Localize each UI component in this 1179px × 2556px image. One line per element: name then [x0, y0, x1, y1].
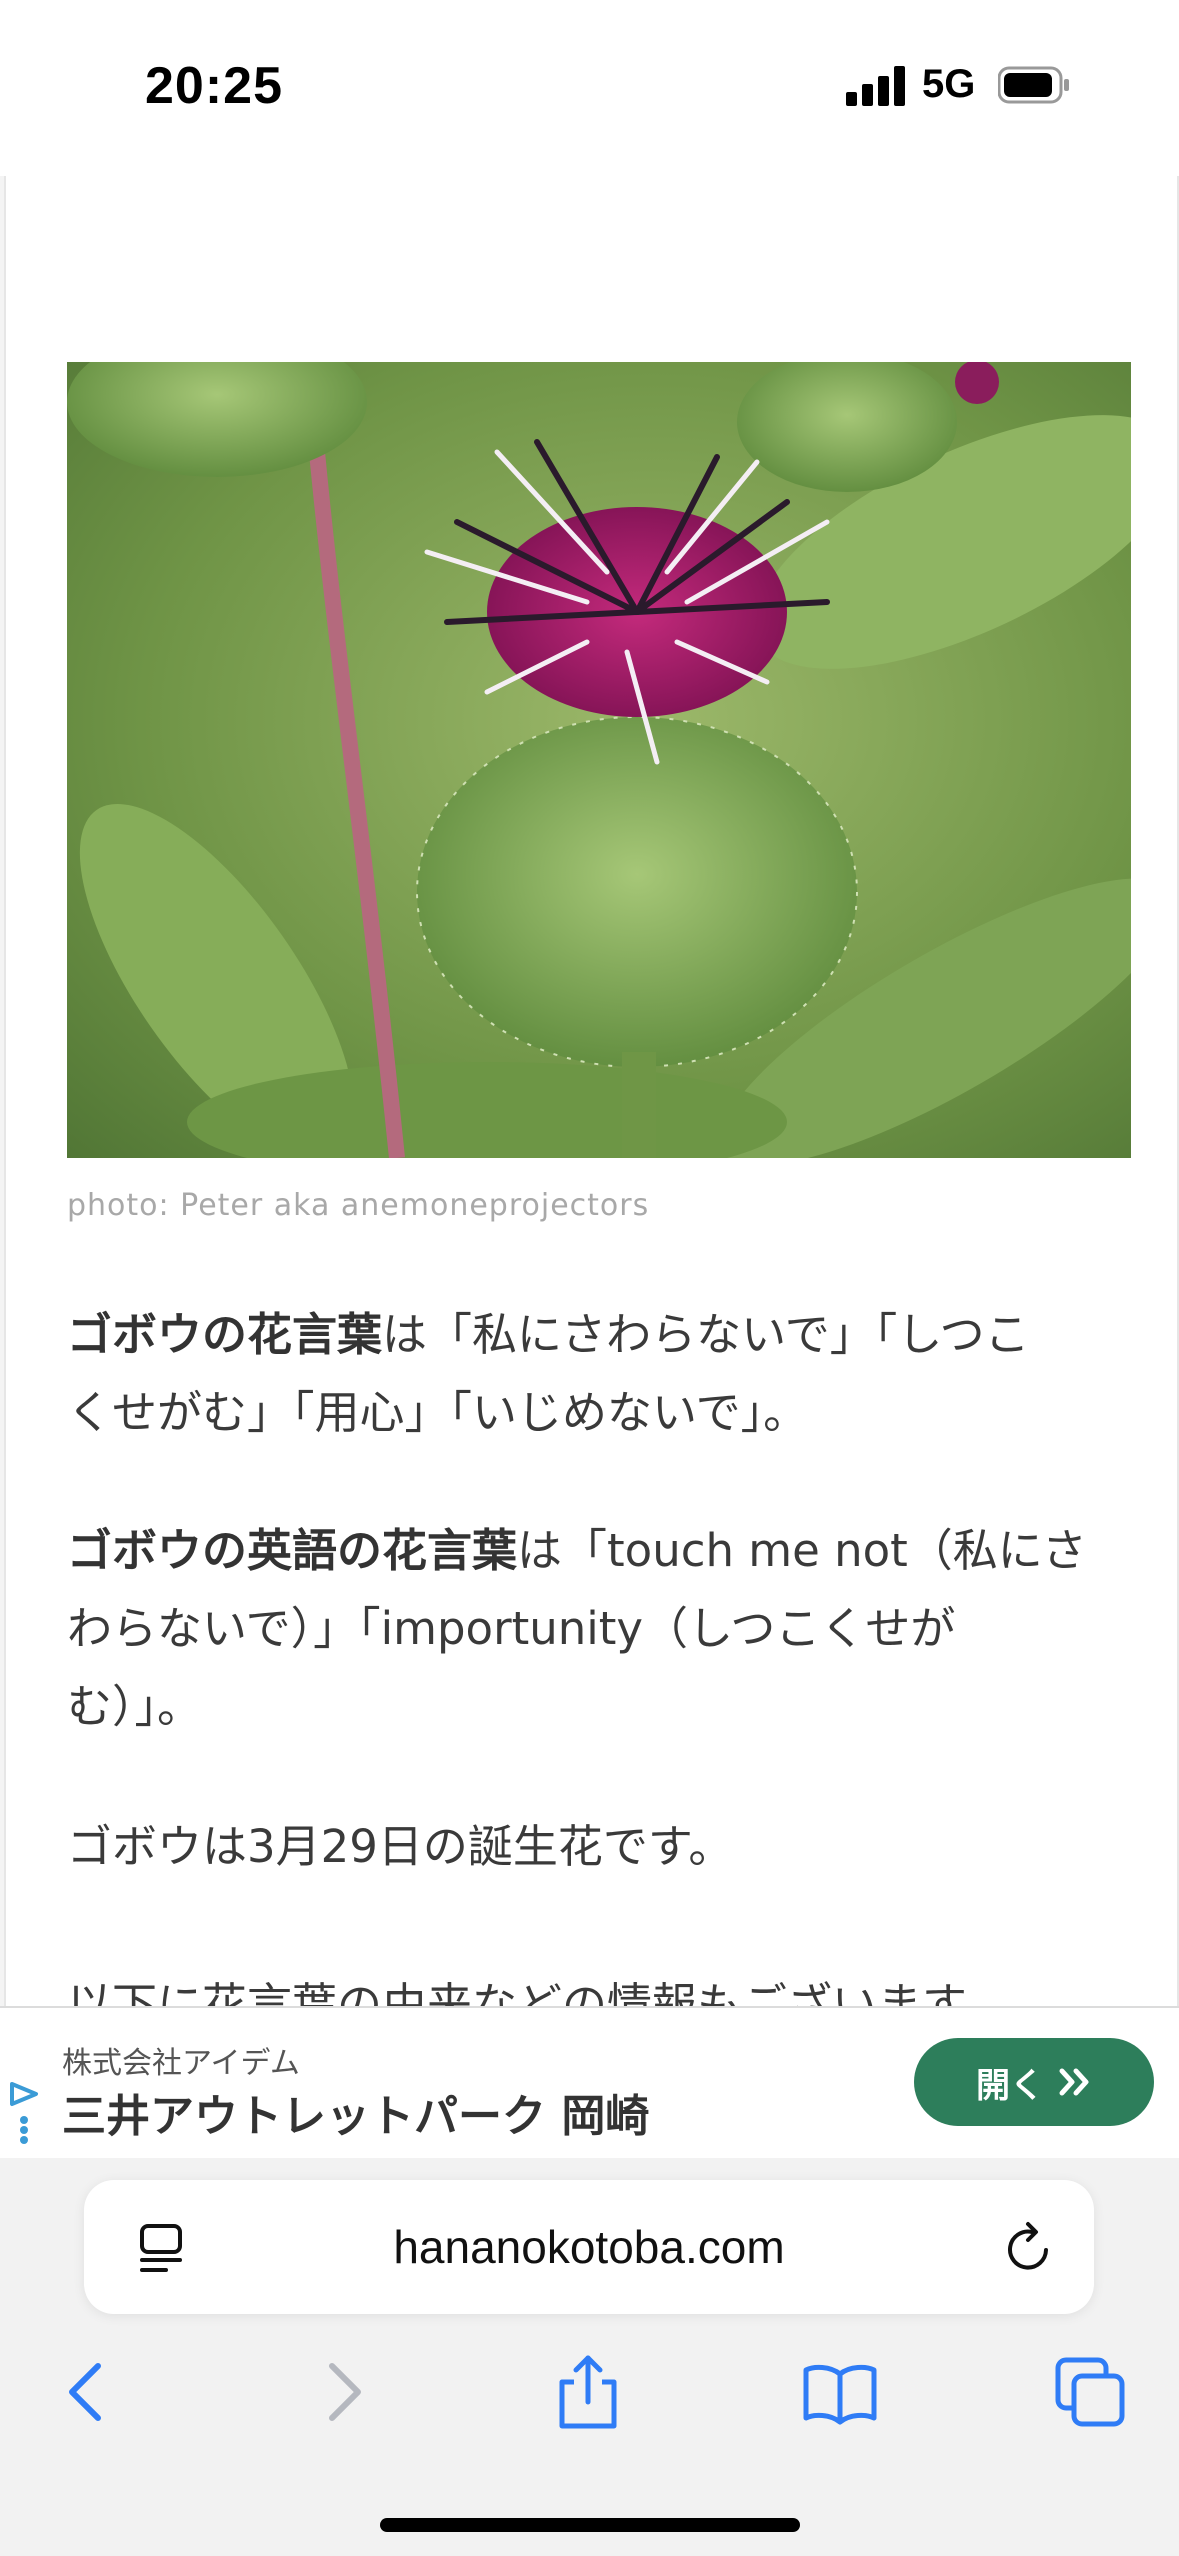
forward-icon[interactable]: [302, 2352, 382, 2432]
network-type: 5G: [922, 62, 976, 106]
reload-icon[interactable]: [1002, 2220, 1056, 2276]
status-time: 20:25: [145, 57, 283, 115]
browser-chrome: hananokotoba.com: [0, 2158, 1179, 2556]
bookmarks-icon[interactable]: [800, 2352, 880, 2432]
flower-language-heading: ゴボウの花言葉: [67, 1308, 383, 1361]
share-icon[interactable]: [548, 2352, 628, 2432]
english-flower-language-heading: ゴボウの英語の花言葉: [67, 1524, 518, 1577]
ad-open-button[interactable]: 開く: [914, 2038, 1154, 2126]
status-bar: 20:25 5G: [0, 0, 1179, 176]
tabs-icon[interactable]: [1050, 2352, 1130, 2432]
english-flower-language-text-3: む）」。: [67, 1680, 203, 1733]
web-page[interactable]: photo: Peter aka anemoneprojectors ゴボウの花…: [0, 176, 1179, 2006]
url-text[interactable]: hananokotoba.com: [84, 2220, 1094, 2274]
ad-company: 株式会社アイデム: [62, 2046, 300, 2081]
english-flower-language-text-2: わらないで）」「importunity（しつこくせが: [67, 1602, 956, 1655]
flower-language-text-2: くせがむ」「用心」「いじめないで」。: [67, 1386, 809, 1439]
burdock-flower-photo: [67, 362, 1131, 1158]
english-flower-language-text-1: は「touch me not（私にさ: [517, 1524, 1087, 1577]
ad-open-label: 開く: [976, 2065, 1044, 2106]
double-chevron-right-icon: [1059, 2068, 1089, 2096]
paragraph-birthday-flower: ゴボウは3月29日の誕生花です。: [67, 1820, 734, 1873]
ad-banner[interactable]: 株式会社アイデム 三井アウトレットパーク 岡崎 開く: [0, 2006, 1179, 2160]
photo-caption: photo: Peter aka anemoneprojectors: [67, 1188, 650, 1223]
paragraph-english-flower-language: ゴボウの英語の花言葉は「touch me not（私にさ わらないで）」「imp…: [67, 1512, 1127, 1746]
signal-bars-icon: [846, 66, 906, 106]
article-body: photo: Peter aka anemoneprojectors ゴボウの花…: [4, 176, 1179, 2006]
home-indicator[interactable]: [380, 2518, 800, 2532]
back-icon[interactable]: [48, 2352, 128, 2432]
address-bar[interactable]: hananokotoba.com: [84, 2180, 1094, 2314]
battery-icon: [998, 66, 1069, 104]
paragraph-more-info: 以下に花言葉の由来などの情報もございます。: [67, 1978, 1008, 2006]
flower-language-text-1: は「私にさわらないで」「しつこ: [382, 1308, 1030, 1361]
adchoices-icon[interactable]: [8, 2064, 42, 2144]
ad-title[interactable]: 三井アウトレットパーク 岡崎: [62, 2080, 649, 2144]
paragraph-flower-language: ゴボウの花言葉は「私にさわらないで」「しつこ くせがむ」「用心」「いじめないで」…: [67, 1296, 1127, 1452]
